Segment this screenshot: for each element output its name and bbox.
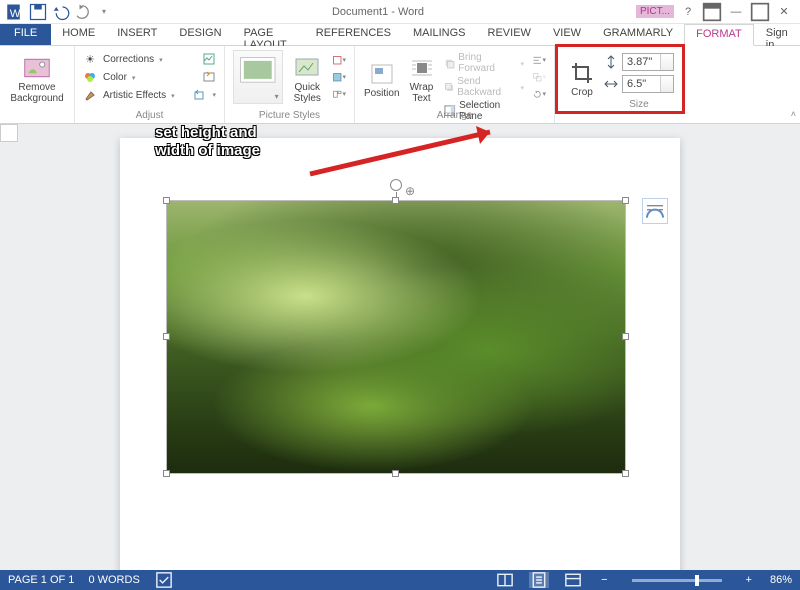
quick-access-toolbar: W ▾ bbox=[0, 2, 120, 22]
picture-styles-gallery[interactable] bbox=[233, 50, 283, 104]
tab-design[interactable]: DESIGN bbox=[168, 24, 232, 45]
maximize-icon[interactable] bbox=[750, 3, 770, 21]
tab-insert[interactable]: INSERT bbox=[106, 24, 168, 45]
read-mode-icon[interactable] bbox=[495, 572, 515, 588]
send-backward-button: Send Backward bbox=[443, 76, 524, 98]
tab-references[interactable]: REFERENCES bbox=[305, 24, 402, 45]
group-remove-background: Remove Background bbox=[0, 46, 75, 123]
undo-icon[interactable] bbox=[50, 2, 70, 22]
resize-handle-tm[interactable] bbox=[392, 197, 399, 204]
zoom-out-button[interactable]: − bbox=[597, 574, 611, 586]
title-bar: W ▾ Document1 - Word PICT... ? — ✕ bbox=[0, 0, 800, 24]
picture-layout-icon[interactable]: ▾ bbox=[332, 87, 346, 101]
qat-dropdown-icon[interactable]: ▾ bbox=[94, 2, 114, 22]
group-label-picture-styles: Picture Styles bbox=[225, 110, 354, 121]
sign-in-link[interactable]: Sign in bbox=[754, 24, 800, 45]
group-arrange: Position Wrap Text Bring Forward Send Ba… bbox=[355, 46, 555, 123]
send-backward-icon bbox=[443, 80, 455, 94]
window-title: Document1 - Word bbox=[120, 6, 636, 18]
print-layout-icon[interactable] bbox=[529, 572, 549, 588]
group-label-adjust: Adjust bbox=[75, 110, 224, 121]
tab-review[interactable]: REVIEW bbox=[477, 24, 542, 45]
resize-handle-mr[interactable] bbox=[622, 333, 629, 340]
bring-forward-button: Bring Forward bbox=[443, 52, 524, 74]
web-layout-icon[interactable] bbox=[563, 572, 583, 588]
help-icon[interactable]: ? bbox=[678, 3, 698, 21]
width-icon bbox=[604, 77, 618, 91]
annotation-text: set height and width of image bbox=[155, 124, 260, 160]
position-button[interactable]: Position bbox=[363, 50, 400, 110]
group-size: Crop 3.87"▲▼ 6.5"▲▼ Size bbox=[555, 46, 685, 123]
minimize-icon[interactable]: — bbox=[726, 3, 746, 21]
change-picture-icon[interactable] bbox=[202, 70, 216, 84]
tab-grammarly[interactable]: GRAMMARLY bbox=[592, 24, 684, 45]
artistic-effects-icon bbox=[83, 88, 97, 102]
group-picture-styles: Quick Styles ▾ ▾ ▾ Picture Styles bbox=[225, 46, 355, 123]
compress-icon[interactable] bbox=[202, 52, 216, 66]
tab-format[interactable]: FORMAT bbox=[684, 24, 754, 46]
context-tab-label: PICT... bbox=[636, 5, 674, 18]
redo-icon[interactable] bbox=[72, 2, 92, 22]
wrap-text-button[interactable]: Wrap Text bbox=[404, 50, 438, 110]
selected-image[interactable] bbox=[166, 200, 626, 474]
group-label-arrange: Arrange bbox=[355, 110, 554, 121]
corrections-button[interactable]: Corrections bbox=[103, 54, 163, 65]
reset-picture-icon[interactable] bbox=[192, 88, 206, 102]
anchor-icon: ⊕ bbox=[405, 184, 415, 198]
resize-handle-bl[interactable] bbox=[163, 470, 170, 477]
layout-options-button[interactable] bbox=[642, 198, 668, 224]
picture-effects-icon[interactable]: ▾ bbox=[332, 70, 346, 84]
zoom-in-button[interactable]: + bbox=[742, 574, 756, 586]
collapse-ribbon-icon[interactable]: ˄ bbox=[791, 109, 796, 119]
tab-home[interactable]: HOME bbox=[51, 24, 106, 45]
ribbon: Remove Background ☀ Corrections Color Art… bbox=[0, 46, 800, 124]
bring-forward-icon bbox=[443, 56, 456, 70]
height-input[interactable]: 3.87"▲▼ bbox=[622, 53, 674, 71]
color-icon bbox=[83, 70, 97, 84]
zoom-level[interactable]: 86% bbox=[770, 574, 792, 586]
crop-button[interactable]: Crop bbox=[564, 49, 600, 109]
zoom-slider[interactable] bbox=[632, 579, 722, 582]
image-content bbox=[167, 201, 625, 473]
size-highlight-box: Crop 3.87"▲▼ 6.5"▲▼ Size bbox=[555, 44, 685, 114]
annotation-arrow bbox=[300, 124, 520, 184]
resize-handle-tl[interactable] bbox=[163, 197, 170, 204]
rotate-icon[interactable]: ▾ bbox=[532, 87, 546, 101]
ruler-tab-selector[interactable] bbox=[0, 124, 18, 142]
group-label-size: Size bbox=[604, 99, 674, 110]
align-icon[interactable]: ▾ bbox=[532, 53, 546, 67]
resize-handle-ml[interactable] bbox=[163, 333, 170, 340]
close-icon[interactable]: ✕ bbox=[774, 3, 794, 21]
resize-handle-tr[interactable] bbox=[622, 197, 629, 204]
word-app-icon[interactable]: W bbox=[6, 2, 26, 22]
ribbon-tabs: FILE HOME INSERT DESIGN PAGE LAYOUT REFE… bbox=[0, 24, 800, 46]
artistic-effects-button[interactable]: Artistic Effects bbox=[103, 90, 175, 101]
width-input[interactable]: 6.5"▲▼ bbox=[622, 75, 674, 93]
group-icon: ▾ bbox=[532, 70, 546, 84]
tab-file[interactable]: FILE bbox=[0, 24, 51, 45]
remove-background-button[interactable]: Remove Background bbox=[8, 50, 66, 110]
quick-styles-button[interactable]: Quick Styles bbox=[289, 50, 326, 110]
color-button[interactable]: Color bbox=[103, 72, 135, 83]
status-bar: PAGE 1 OF 1 0 WORDS − + 86% bbox=[0, 570, 800, 590]
picture-border-icon[interactable]: ▾ bbox=[332, 53, 346, 67]
tab-page-layout[interactable]: PAGE LAYOUT bbox=[233, 24, 305, 45]
tab-view[interactable]: VIEW bbox=[542, 24, 592, 45]
ribbon-display-icon[interactable] bbox=[702, 3, 722, 21]
group-adjust: ☀Corrections Color Artistic Effects ▾ Ad… bbox=[75, 46, 225, 123]
svg-text:W: W bbox=[10, 8, 21, 20]
status-words[interactable]: 0 WORDS bbox=[88, 574, 139, 586]
resize-handle-bm[interactable] bbox=[392, 470, 399, 477]
resize-handle-br[interactable] bbox=[622, 470, 629, 477]
status-page[interactable]: PAGE 1 OF 1 bbox=[8, 574, 74, 586]
document-area: set height and width of image ⊕ bbox=[0, 124, 800, 570]
tab-mailings[interactable]: MAILINGS bbox=[402, 24, 477, 45]
proofing-icon[interactable] bbox=[154, 572, 174, 588]
height-icon bbox=[604, 55, 618, 69]
corrections-icon: ☀ bbox=[83, 52, 97, 66]
document-page[interactable]: ⊕ bbox=[120, 138, 680, 570]
save-icon[interactable] bbox=[28, 2, 48, 22]
